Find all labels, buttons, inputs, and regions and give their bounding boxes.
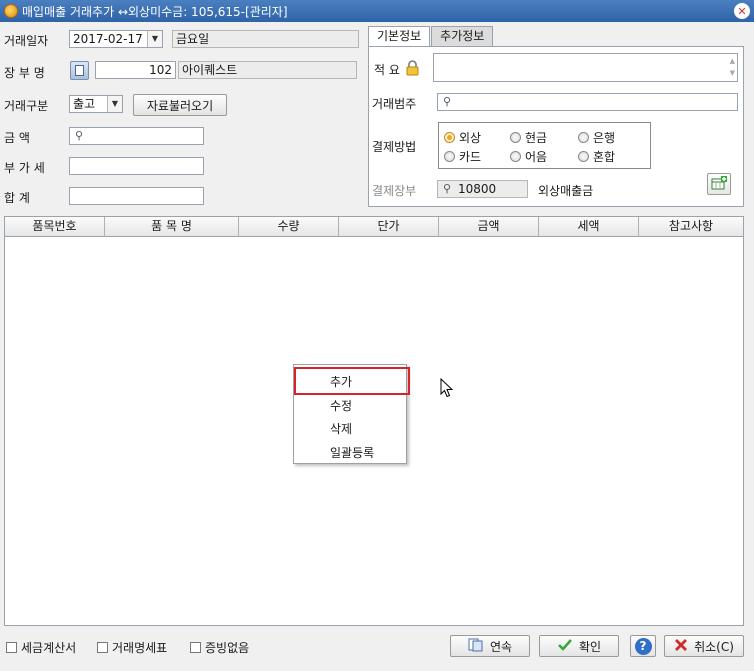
radio-credit[interactable]: 외상 xyxy=(444,129,481,146)
radio-dot xyxy=(578,132,589,143)
radio-card[interactable]: 카드 xyxy=(444,148,481,165)
checkbox-label: 증빙없음 xyxy=(205,641,250,655)
column-header[interactable]: 품 목 명 xyxy=(105,217,239,237)
app-icon xyxy=(4,4,18,18)
payment-ledger-code-value: 10800 xyxy=(458,182,497,196)
date-label: 거래일자 xyxy=(4,34,49,48)
radio-cash[interactable]: 현금 xyxy=(510,129,547,146)
payment-label: 결제방법 xyxy=(372,140,417,154)
checkmark-icon xyxy=(557,638,573,655)
context-menu: 추가 수정 삭제 일괄등록 xyxy=(293,364,410,464)
help-icon: ? xyxy=(634,637,652,655)
calendar-add-icon xyxy=(711,175,727,193)
help-button[interactable]: ? xyxy=(630,635,656,657)
amount-label: 금 액 xyxy=(4,131,30,145)
continuous-button[interactable]: 연속 xyxy=(450,635,530,657)
total-label: 합 계 xyxy=(4,191,30,205)
ledger-lookup-button[interactable] xyxy=(70,61,89,80)
search-icon: ⚲ xyxy=(442,182,452,195)
radio-dot xyxy=(444,132,455,143)
grid-header: 품목번호 품 목 명 수량 단가 금액 세액 참고사항 xyxy=(5,217,743,237)
column-header[interactable]: 단가 xyxy=(339,217,439,237)
chevron-down-icon[interactable]: ▼ xyxy=(147,31,162,47)
cancel-label: 취소(C) xyxy=(694,639,734,654)
tab-additional-info[interactable]: 추가정보 xyxy=(431,26,494,47)
radio-label: 혼합 xyxy=(593,150,616,164)
payment-ledger-code: ⚲ 10800 xyxy=(437,180,528,198)
ok-label: 확인 xyxy=(578,639,602,654)
date-value: 2017-02-17 xyxy=(73,32,143,46)
checkbox-box xyxy=(6,642,17,653)
vat-label: 부 가 세 xyxy=(4,161,45,175)
radio-dot xyxy=(510,151,521,162)
checkbox-tax-invoice[interactable]: 세금계산서 xyxy=(6,639,76,656)
close-icon xyxy=(674,638,688,655)
mouse-cursor-icon xyxy=(440,377,454,401)
radio-mixed[interactable]: 혼합 xyxy=(578,148,615,165)
window-title: 매입매출 거래추가 ↔외상미수금: 105,615-[관리자] xyxy=(22,4,288,19)
weekday-display: 금요일 xyxy=(172,30,359,48)
ledger-name-display: 아이퀘스트 xyxy=(178,61,357,79)
checkbox-no-evidence[interactable]: 증빙없음 xyxy=(190,639,249,656)
menu-item-edit[interactable]: 수정 xyxy=(330,397,352,414)
type-value: 출고 xyxy=(73,97,96,111)
radio-label: 현금 xyxy=(525,131,548,145)
continuous-label: 연속 xyxy=(489,639,513,654)
checkbox-label: 거래명세표 xyxy=(112,641,168,655)
payment-ledger-name: 외상매출금 xyxy=(538,184,594,198)
close-icon[interactable]: ✕ xyxy=(734,3,750,19)
tab-strip: 기본정보 추가정보 xyxy=(368,26,494,48)
menu-item-bulk-register[interactable]: 일괄등록 xyxy=(330,444,374,461)
add-ledger-button[interactable] xyxy=(707,173,731,195)
payment-ledger-label: 결제장부 xyxy=(372,184,417,198)
copy-pages-icon xyxy=(468,638,484,655)
book-search-icon xyxy=(75,65,84,76)
radio-label: 은행 xyxy=(593,131,616,145)
checkbox-box xyxy=(190,642,201,653)
column-header[interactable]: 금액 xyxy=(439,217,539,237)
radio-label: 카드 xyxy=(459,150,482,164)
menu-item-add[interactable]: 추가 xyxy=(330,373,352,390)
title-bar: 매입매출 거래추가 ↔외상미수금: 105,615-[관리자] ✕ xyxy=(0,0,754,22)
radio-label: 어음 xyxy=(525,150,548,164)
lock-icon xyxy=(405,60,420,76)
checkbox-transaction-statement[interactable]: 거래명세표 xyxy=(97,639,167,656)
ledger-label: 장 부 명 xyxy=(4,66,45,80)
cancel-button[interactable]: 취소(C) xyxy=(664,635,744,657)
radio-bank[interactable]: 은행 xyxy=(578,129,615,146)
date-picker[interactable]: 2017-02-17 ▼ xyxy=(69,30,163,48)
memo-textarea[interactable]: ▲ ▼ xyxy=(433,53,738,82)
column-header[interactable]: 참고사항 xyxy=(639,217,743,237)
type-label: 거래구분 xyxy=(4,99,49,113)
radio-dot xyxy=(578,151,589,162)
radio-label: 외상 xyxy=(459,131,482,145)
ok-button[interactable]: 확인 xyxy=(539,635,619,657)
column-header[interactable]: 수량 xyxy=(239,217,339,237)
column-header[interactable]: 세액 xyxy=(539,217,639,237)
ledger-code-field[interactable]: 102 xyxy=(95,61,176,79)
category-label: 거래범주 xyxy=(372,97,417,111)
search-icon: ⚲ xyxy=(442,95,452,108)
chevron-down-icon[interactable]: ▼ xyxy=(107,96,122,112)
radio-dot xyxy=(444,151,455,162)
radio-bill[interactable]: 어음 xyxy=(510,148,547,165)
category-field[interactable]: ⚲ xyxy=(437,93,738,111)
checkbox-label: 세금계산서 xyxy=(21,641,77,655)
tab-basic-info[interactable]: 기본정보 xyxy=(368,26,431,48)
amount-field[interactable]: ⚲ xyxy=(69,127,204,145)
radio-dot xyxy=(510,132,521,143)
search-icon: ⚲ xyxy=(74,129,84,142)
total-field[interactable] xyxy=(69,187,204,205)
checkbox-box xyxy=(97,642,108,653)
type-select[interactable]: 출고 ▼ xyxy=(69,95,123,113)
menu-item-delete[interactable]: 삭제 xyxy=(330,420,352,437)
load-data-button[interactable]: 자료불러오기 xyxy=(133,94,227,116)
column-header[interactable]: 품목번호 xyxy=(5,217,105,237)
memo-label: 적 요 xyxy=(374,63,400,77)
scroll-arrows[interactable]: ▲ ▼ xyxy=(730,55,735,79)
vat-field[interactable] xyxy=(69,157,204,175)
